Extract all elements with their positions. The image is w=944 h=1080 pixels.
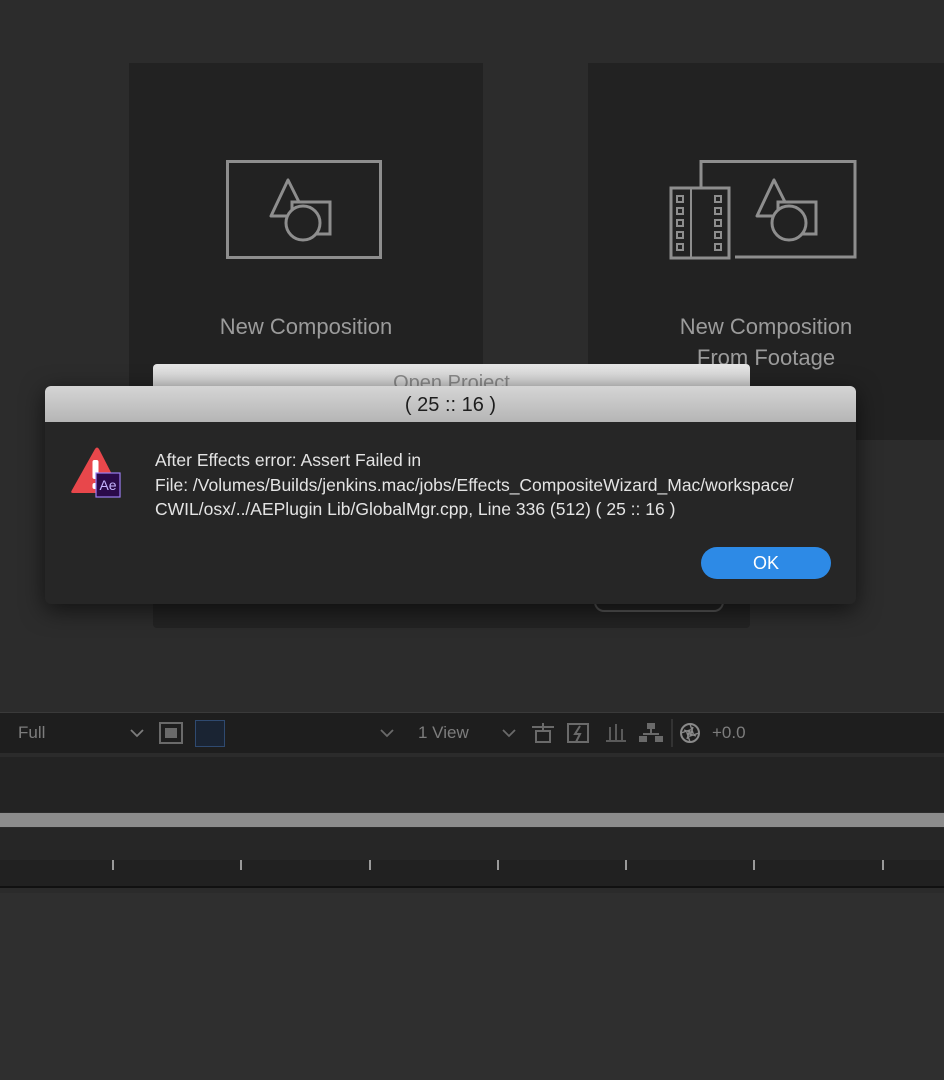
ruler-tick xyxy=(625,860,627,870)
toolbar-divider xyxy=(671,719,673,747)
resolution-dropdown[interactable]: Full xyxy=(18,723,45,743)
divider xyxy=(0,886,944,888)
new-composition-label: New Composition xyxy=(219,314,393,339)
dialog-title: ( 25 :: 16 ) xyxy=(45,386,856,422)
ruler-tick xyxy=(240,860,242,870)
ruler-tick xyxy=(369,860,371,870)
work-area-bar[interactable] xyxy=(0,813,944,827)
error-message-line: File: /Volumes/Builds/jenkins.mac/jobs/E… xyxy=(155,474,794,495)
ruler-tick xyxy=(497,860,499,870)
ae-badge: Ae xyxy=(99,477,117,493)
timeline-ruler[interactable] xyxy=(0,860,944,886)
exposure-icon[interactable] xyxy=(679,722,701,744)
footage-composition-icon xyxy=(669,160,857,260)
chevron-down-icon[interactable] xyxy=(130,728,144,738)
toggle-pixel-aspect-icon[interactable] xyxy=(530,721,556,745)
ok-button[interactable]: OK xyxy=(701,547,831,579)
error-message-line: CWIL/osx/../AEPlugin Lib/GlobalMgr.cpp, … xyxy=(155,499,676,519)
new-from-footage-label-1: New Composition xyxy=(679,314,853,339)
transparency-grid-icon[interactable] xyxy=(603,721,629,745)
exposure-value[interactable]: +0.0 xyxy=(712,723,746,743)
composition-icon xyxy=(226,160,382,259)
flowchart-icon[interactable] xyxy=(638,721,664,745)
chevron-down-icon[interactable] xyxy=(502,728,516,738)
timeline-row xyxy=(0,828,944,860)
view-layout-dropdown[interactable]: 1 View xyxy=(418,723,469,743)
error-message: After Effects error: Assert Failed in Fi… xyxy=(155,448,845,522)
error-message-line: After Effects error: Assert Failed in xyxy=(155,450,422,470)
ruler-tick xyxy=(112,860,114,870)
ruler-tick xyxy=(882,860,884,870)
fast-preview-icon[interactable] xyxy=(158,721,184,745)
error-dialog: ( 25 :: 16 ) Ae After Effects error: Ass… xyxy=(45,386,856,604)
chevron-down-icon[interactable] xyxy=(380,728,394,738)
fast-previews-icon[interactable] xyxy=(566,720,592,746)
timeline-panel xyxy=(0,893,944,1080)
region-of-interest-button[interactable] xyxy=(195,720,225,747)
timeline-header-row xyxy=(0,757,944,812)
ruler-tick xyxy=(753,860,755,870)
viewer-toolbar: Full 1 View +0.0 xyxy=(0,712,944,753)
